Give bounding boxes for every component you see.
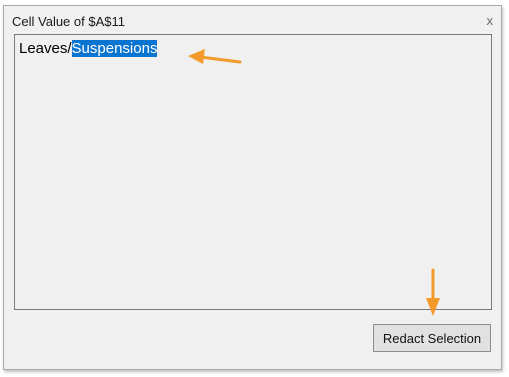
redact-selection-button[interactable]: Redact Selection xyxy=(373,324,491,352)
selected-text[interactable]: Suspensions xyxy=(71,40,158,57)
cell-value-textbox[interactable]: Leaves/Suspensions xyxy=(14,34,492,310)
cell-value-text[interactable]: Leaves/Suspensions xyxy=(19,40,158,57)
window-title: Cell Value of $A$11 xyxy=(12,14,125,29)
text-before-selection: Leaves/ xyxy=(19,40,72,57)
title-bar: Cell Value of $A$11 x xyxy=(4,6,501,36)
close-icon[interactable]: x xyxy=(487,13,494,28)
